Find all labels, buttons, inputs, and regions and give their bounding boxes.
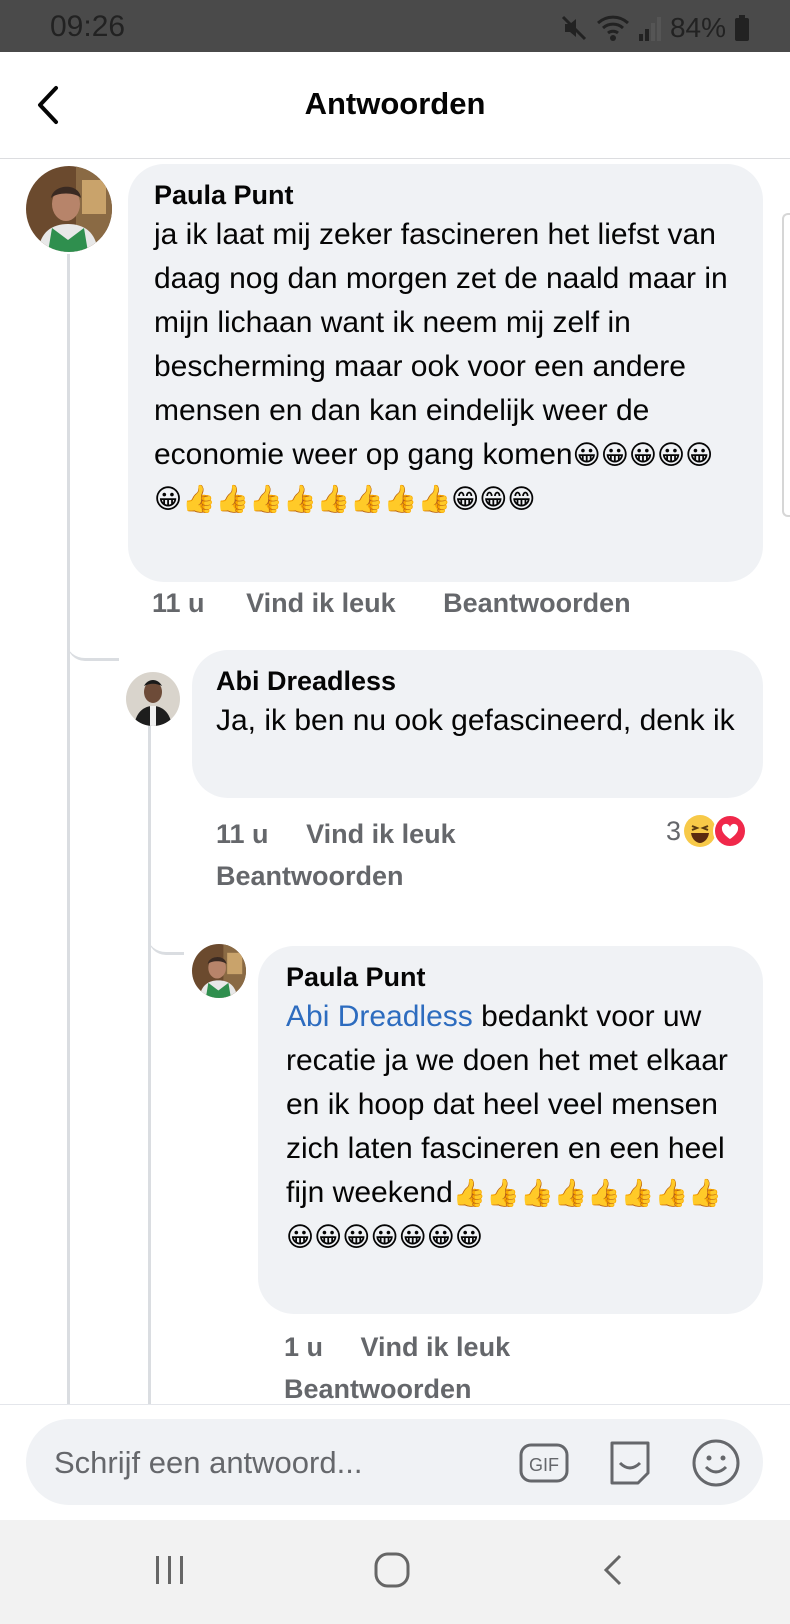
avatar[interactable] xyxy=(126,672,180,726)
back-icon xyxy=(603,1554,622,1586)
scrollbar[interactable] xyxy=(782,213,790,517)
wifi-icon xyxy=(596,15,629,41)
battery-icon xyxy=(735,15,749,41)
status-time: 09:26 xyxy=(50,10,126,43)
composer: GIF xyxy=(26,1419,763,1505)
avatar[interactable] xyxy=(192,944,246,998)
comment-bubble: Paula Punt ja ik laat mij zeker fasciner… xyxy=(128,164,763,582)
thread-connector xyxy=(67,638,119,661)
love-reaction-icon xyxy=(713,814,748,848)
sticker-button[interactable] xyxy=(604,1437,656,1489)
reaction-count: 3 xyxy=(666,815,682,846)
comment-meta: 1 u Vind ik leuk Beantwoorden xyxy=(284,1326,624,1404)
comment-body: ja ik laat mij zeker fascineren het lief… xyxy=(154,218,728,471)
header: Antwoorden xyxy=(0,52,790,159)
gif-icon: GIF xyxy=(519,1443,569,1483)
system-nav-bar xyxy=(0,1520,790,1624)
system-back-button[interactable] xyxy=(594,1550,634,1595)
comment-time: 1 u xyxy=(284,1332,324,1362)
comment-author[interactable]: Abi Dreadless xyxy=(216,666,739,697)
comment-text: ja ik laat mij zeker fascineren het lief… xyxy=(154,213,737,521)
svg-text:GIF: GIF xyxy=(529,1455,559,1475)
reply-button[interactable]: Beantwoorden xyxy=(216,861,404,891)
reply-button[interactable]: Beantwoorden xyxy=(443,588,631,618)
comment-meta: 11 u Vind ik leuk Beantwoorden xyxy=(216,813,516,897)
reply-button[interactable]: Beantwoorden xyxy=(284,1374,472,1404)
avatar-photo-paula xyxy=(26,166,112,252)
comment-bubble: Abi Dreadless Ja, ik ben nu ook gefascin… xyxy=(192,650,763,798)
avatar-photo-abi xyxy=(126,672,180,726)
emoji-icon xyxy=(692,1439,740,1487)
recents-icon xyxy=(156,1556,183,1584)
status-icons: 84% xyxy=(560,12,750,44)
reply-input[interactable] xyxy=(52,1437,486,1489)
reaction-summary[interactable]: 3 xyxy=(666,814,748,848)
like-button[interactable]: Vind ik leuk xyxy=(361,1332,511,1362)
thread-line-nested xyxy=(148,708,151,1404)
comment-text: Ja, ik ben nu ook gefascineerd, denk ik xyxy=(216,704,735,737)
thread-line xyxy=(67,254,70,1404)
haha-reaction-icon xyxy=(684,815,717,847)
recents-button[interactable] xyxy=(150,1550,190,1595)
comment-time: 11 u xyxy=(216,819,269,849)
signal-icon xyxy=(638,17,661,41)
thread-connector-nested xyxy=(148,932,184,955)
comment-text: Abi Dreadless bedankt voor uw recatie ja… xyxy=(286,995,739,1259)
comment-author[interactable]: Paula Punt xyxy=(286,962,739,993)
home-button[interactable] xyxy=(372,1550,412,1595)
status-bar: 09:26 84% xyxy=(0,0,790,52)
avatar[interactable] xyxy=(26,166,112,252)
gif-button[interactable]: GIF xyxy=(518,1437,570,1489)
mention-link[interactable]: Abi Dreadless xyxy=(286,1000,473,1033)
battery-level: 84% xyxy=(669,12,726,43)
avatar-photo-paula xyxy=(192,944,246,998)
like-button[interactable]: Vind ik leuk xyxy=(306,819,456,849)
comment-meta: 11 u Vind ik leuk Beantwoorden xyxy=(152,588,631,619)
home-icon xyxy=(374,1552,410,1588)
composer-bar: GIF xyxy=(0,1404,790,1521)
comment-bubble: Paula Punt Abi Dreadless bedankt voor uw… xyxy=(258,946,763,1314)
page-title: Antwoorden xyxy=(304,86,486,121)
mute-icon xyxy=(561,15,587,41)
emoji-button[interactable] xyxy=(690,1437,742,1489)
sticker-icon xyxy=(610,1441,650,1485)
like-button[interactable]: Vind ik leuk xyxy=(246,588,396,618)
comment-time: 11 u xyxy=(152,588,205,618)
comment-thread[interactable]: Paula Punt ja ik laat mij zeker fasciner… xyxy=(0,158,790,1404)
comment-author[interactable]: Paula Punt xyxy=(154,180,737,211)
